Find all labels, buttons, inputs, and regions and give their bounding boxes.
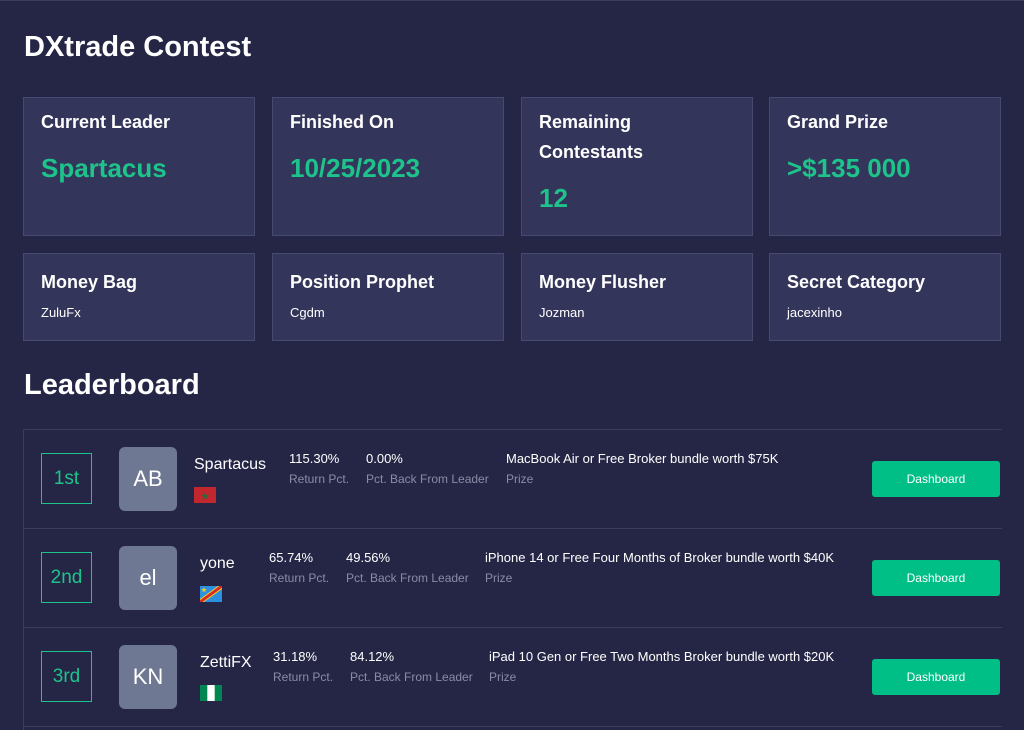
stat-label: Remaining bbox=[539, 112, 632, 132]
award-winner: jacexinho bbox=[787, 305, 842, 320]
contestant-name: ZettiFX bbox=[200, 654, 252, 671]
stat-label: Grand Prize bbox=[787, 112, 889, 132]
rank-badge: 1st bbox=[41, 453, 92, 504]
prize-label: Prize bbox=[506, 472, 534, 486]
leaderboard-row: 1st AB Spartacus 115.30% Return Pct. 0.0… bbox=[24, 430, 1002, 529]
avatar: el bbox=[119, 546, 177, 610]
stat-label: Contestants bbox=[539, 142, 644, 162]
return-pct-label: Return Pct. bbox=[269, 571, 330, 585]
return-pct-value: 115.30% bbox=[289, 451, 340, 466]
return-pct-value: 31.18% bbox=[273, 649, 318, 664]
award-winner: Jozman bbox=[539, 305, 585, 320]
page-title: DXtrade Contest bbox=[24, 31, 252, 63]
morocco-flag-icon bbox=[194, 487, 216, 503]
stat-value: 12 bbox=[539, 183, 568, 213]
prize-value: iPhone 14 or Free Four Months of Broker … bbox=[485, 550, 835, 565]
stat-value: 10/25/2023 bbox=[290, 153, 421, 183]
leaderboard-row: 2nd el yone 65.74% Return Pct. 49.56% Pc… bbox=[24, 529, 1002, 628]
contestant-name: Spartacus bbox=[194, 456, 267, 473]
dr-congo-flag-icon bbox=[200, 586, 222, 602]
return-pct-value: 65.74% bbox=[269, 550, 314, 565]
award-card-position-prophet: Position Prophet Cgdm bbox=[272, 253, 504, 341]
stat-label: Finished On bbox=[290, 112, 395, 132]
prize-value: MacBook Air or Free Broker bundle worth … bbox=[506, 451, 779, 466]
prize-label: Prize bbox=[489, 670, 517, 684]
back-pct-value: 0.00% bbox=[366, 451, 403, 466]
back-pct-label: Pct. Back From Leader bbox=[366, 472, 489, 486]
back-pct-value: 84.12% bbox=[350, 649, 395, 664]
leaderboard-table: 1st AB Spartacus 115.30% Return Pct. 0.0… bbox=[23, 429, 1002, 730]
award-label: Position Prophet bbox=[290, 272, 434, 292]
rank-badge: 2nd bbox=[41, 552, 92, 603]
award-winner: ZuluFx bbox=[41, 305, 81, 320]
nigeria-flag-icon bbox=[200, 685, 222, 701]
award-card-secret-category: Secret Category jacexinho bbox=[769, 253, 1001, 341]
award-winner: Cgdm bbox=[290, 305, 325, 320]
dashboard-button[interactable]: Dashboard bbox=[872, 560, 1000, 596]
leaderboard-title: Leaderboard bbox=[24, 369, 200, 401]
stat-card-grand-prize: Grand Prize >$135 000 bbox=[769, 97, 1001, 236]
award-label: Secret Category bbox=[787, 272, 926, 292]
award-card-money-bag: Money Bag ZuluFx bbox=[23, 253, 255, 341]
back-pct-value: 49.56% bbox=[346, 550, 391, 565]
return-pct-label: Return Pct. bbox=[289, 472, 350, 486]
dashboard-button[interactable]: Dashboard bbox=[872, 659, 1000, 695]
stat-card-current-leader: Current Leader Spartacus bbox=[23, 97, 255, 236]
award-card-money-flusher: Money Flusher Jozman bbox=[521, 253, 753, 341]
prize-value: iPad 10 Gen or Free Two Months Broker bu… bbox=[489, 649, 835, 664]
contestant-name: yone bbox=[200, 555, 235, 572]
award-label: Money Bag bbox=[41, 272, 138, 292]
rank-badge: 3rd bbox=[41, 651, 92, 702]
stat-card-remaining-contestants: Remaining Contestants 12 bbox=[521, 97, 753, 236]
dashboard-button[interactable]: Dashboard bbox=[872, 461, 1000, 497]
back-pct-label: Pct. Back From Leader bbox=[346, 571, 469, 585]
avatar: AB bbox=[119, 447, 177, 511]
stat-value: >$135 000 bbox=[787, 153, 911, 183]
leaderboard-row: 3rd KN ZettiFX 31.18% Return Pct. 84.12%… bbox=[24, 628, 1002, 727]
back-pct-label: Pct. Back From Leader bbox=[350, 670, 473, 684]
prize-label: Prize bbox=[485, 571, 513, 585]
stat-label: Current Leader bbox=[41, 112, 171, 132]
stat-value: Spartacus bbox=[41, 153, 167, 183]
return-pct-label: Return Pct. bbox=[273, 670, 334, 684]
avatar: KN bbox=[119, 645, 177, 709]
stat-card-finished-on: Finished On 10/25/2023 bbox=[272, 97, 504, 236]
award-label: Money Flusher bbox=[539, 272, 667, 292]
